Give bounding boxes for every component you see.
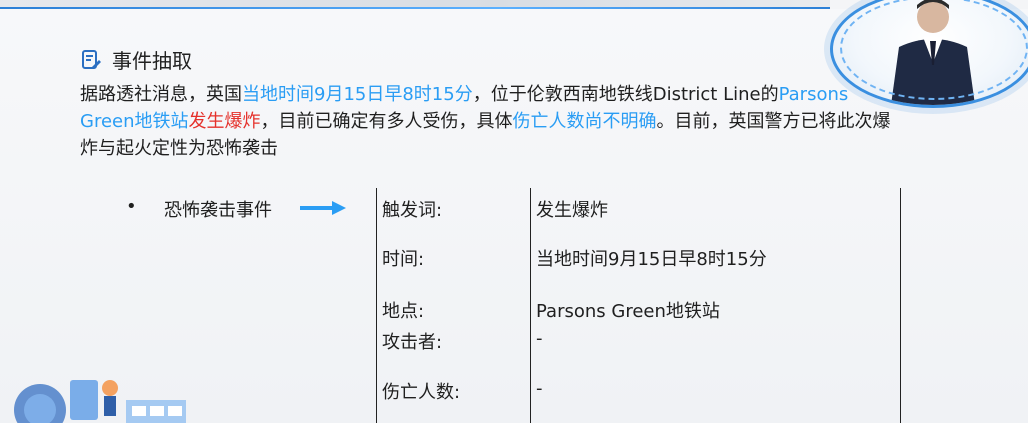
field-label-attacker: 攻击者: xyxy=(382,332,443,353)
para-seg-time: 当地时间9月15日早8时15分 xyxy=(242,84,473,105)
field-value-time: 当地时间9月15日早8时15分 xyxy=(536,249,767,270)
field-value-casualties: - xyxy=(536,378,543,399)
field-label-location: 地点: xyxy=(382,301,425,322)
para-seg: ，位于伦敦西南地铁线District Line的 xyxy=(472,84,779,105)
event-type-label: 恐怖袭击事件 xyxy=(164,200,272,221)
heading-title: 事件抽取 xyxy=(112,49,192,73)
field-label-casualties: 伤亡人数: xyxy=(382,382,461,403)
table-divider xyxy=(530,188,531,423)
bullet-dot: • xyxy=(126,196,137,217)
para-seg: ，目前已确定有多人受伤，具体 xyxy=(260,111,513,132)
field-value-attacker: - xyxy=(536,328,543,349)
document-edit-icon xyxy=(82,49,101,69)
field-value-trigger: 发生爆炸 xyxy=(536,200,608,221)
para-seg: 据路透社消息，英国 xyxy=(80,84,242,105)
slide-heading: 事件抽取 xyxy=(80,45,192,74)
right-arrow-icon xyxy=(300,201,346,215)
para-seg-casualties: 伤亡人数尚不明确 xyxy=(512,111,657,132)
news-paragraph: 据路透社消息，英国当地时间9月15日早8时15分，位于伦敦西南地铁线Distri… xyxy=(80,81,900,162)
field-label-time: 时间: xyxy=(382,249,425,270)
table-border-left xyxy=(376,188,377,423)
tech-illustration xyxy=(14,380,186,423)
para-seg-trigger: 发生爆炸 xyxy=(188,111,261,132)
presenter-frame-ring xyxy=(840,0,1028,100)
field-label-trigger: 触发词: xyxy=(382,200,443,221)
table-border-right xyxy=(900,188,901,423)
field-value-location: Parsons Green地铁站 xyxy=(536,301,720,322)
top-banner xyxy=(0,0,830,9)
